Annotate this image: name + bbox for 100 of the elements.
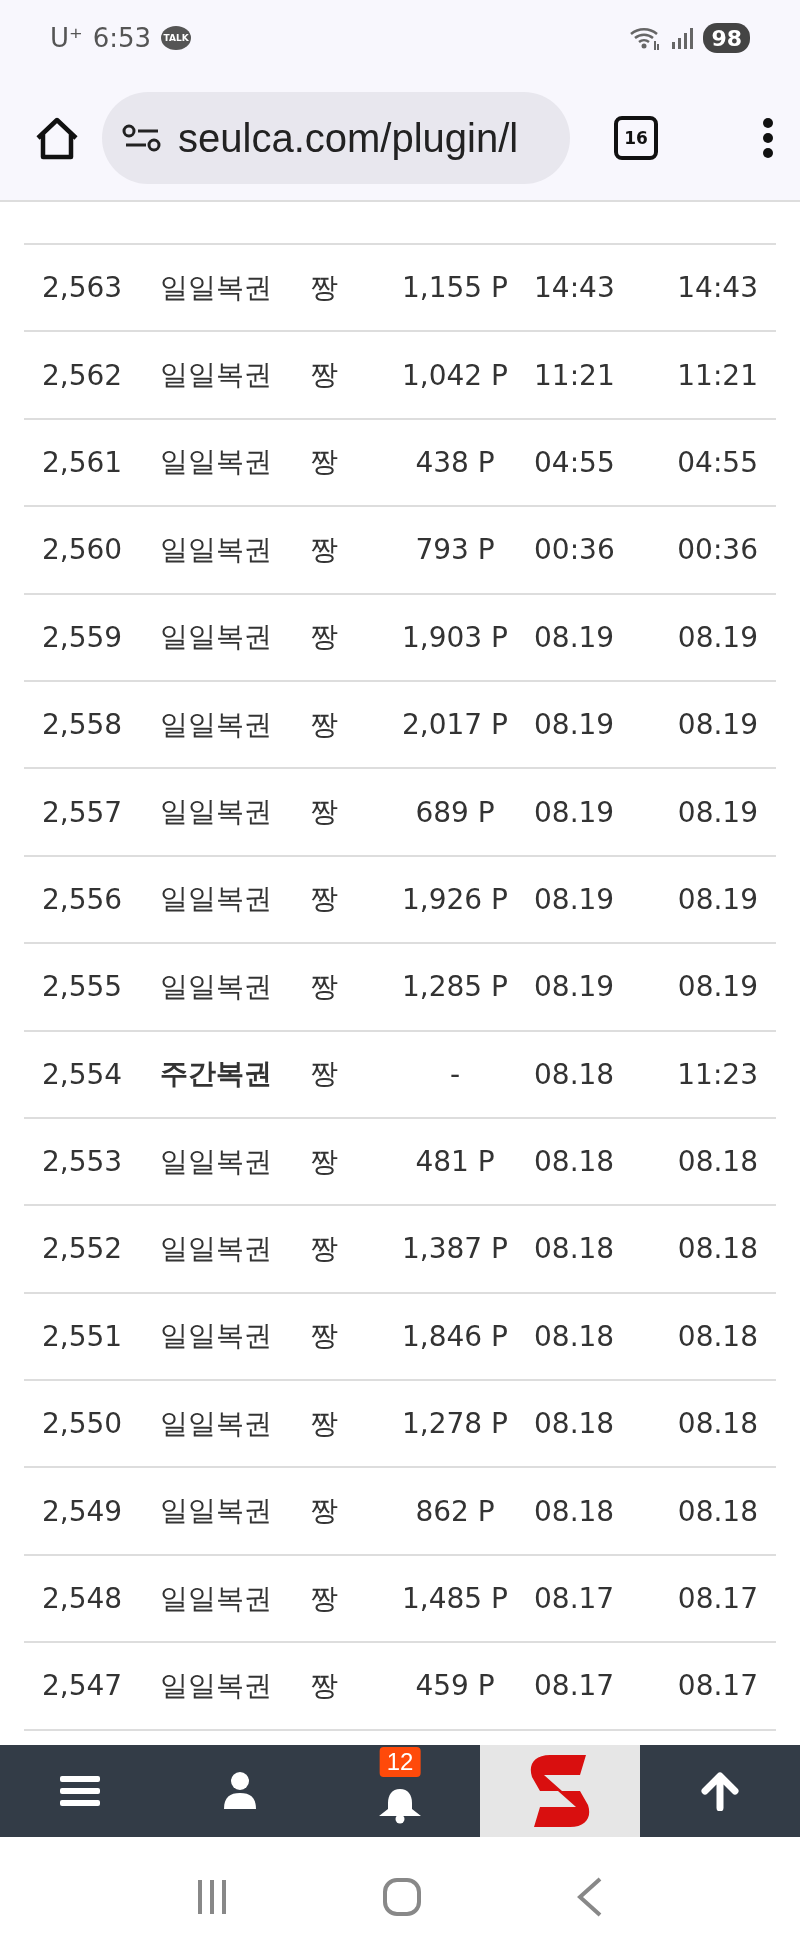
last-updated: 08.19 — [676, 620, 759, 654]
post-number: 2,558 — [41, 708, 124, 742]
wifi-icon — [629, 25, 662, 51]
post-title[interactable]: 주간복권 — [160, 1055, 310, 1094]
post-title[interactable]: 일일복권 — [160, 530, 310, 569]
post-number: 2,555 — [41, 970, 124, 1004]
post-title[interactable]: 일일복권 — [160, 1230, 310, 1268]
back-icon[interactable] — [576, 1876, 603, 1917]
post-date: 08.19 — [533, 795, 616, 829]
last-updated: 08.17 — [676, 1582, 759, 1616]
site-settings-icon[interactable] — [122, 124, 162, 152]
author-name: 짱 — [310, 1493, 339, 1530]
author-name: 짱 — [310, 619, 339, 656]
post-date: 08.19 — [533, 620, 616, 654]
author-name: 짱 — [310, 1405, 339, 1442]
author-name: 짱 — [310, 706, 339, 743]
home-logo-button[interactable] — [480, 1745, 640, 1837]
last-updated: 08.18 — [676, 1232, 759, 1266]
chat-notification-icon: TALK — [161, 26, 192, 50]
post-title[interactable]: 일일복권 — [160, 1317, 310, 1356]
last-updated: 08.18 — [676, 1494, 759, 1528]
last-updated: 14:43 — [676, 271, 759, 305]
author-name: 짱 — [310, 1667, 339, 1704]
post-title[interactable]: 일일복권 — [160, 356, 310, 395]
post-title[interactable]: 일일복권 — [160, 1142, 310, 1181]
author-name: 짱 — [310, 1231, 339, 1267]
last-updated: 08.18 — [676, 1319, 759, 1353]
points-value: 1,485 P — [401, 1582, 509, 1616]
points-value: 793 P — [414, 533, 496, 567]
points-value: 1,903 P — [401, 620, 509, 654]
post-date: 00:36 — [533, 533, 616, 567]
menu-icon — [60, 1775, 100, 1807]
post-number: 2,563 — [41, 271, 124, 305]
post-date: 08.19 — [533, 970, 616, 1004]
points-value: 1,155 P — [401, 271, 509, 305]
points-value: 1,042 P — [401, 358, 509, 392]
author-name: 짱 — [310, 269, 339, 306]
post-number: 2,553 — [41, 1145, 124, 1179]
post-number: 2,549 — [41, 1494, 124, 1528]
author-name: 짱 — [310, 881, 339, 918]
bell-icon — [378, 1788, 422, 1824]
post-date: 11:21 — [533, 358, 616, 392]
post-date: 08.19 — [533, 882, 616, 916]
author-name: 짱 — [310, 1056, 339, 1093]
recent-apps-icon[interactable] — [197, 1877, 228, 1916]
points-value: 481 P — [414, 1145, 496, 1179]
author-name: 짱 — [310, 1580, 339, 1617]
post-title[interactable]: 일일복권 — [160, 1492, 310, 1531]
post-date: 08.19 — [533, 708, 616, 742]
points-value: 862 P — [414, 1494, 496, 1528]
last-updated: 08.19 — [676, 882, 759, 916]
post-number: 2,561 — [41, 445, 124, 479]
last-updated: 08.17 — [676, 1669, 759, 1703]
post-number: 2,552 — [41, 1232, 124, 1266]
tab-count-button[interactable]: 16 — [614, 116, 658, 160]
clock: 6:53 — [92, 23, 152, 53]
points-value: 1,846 P — [401, 1319, 509, 1353]
carrier-label: U⁺ — [50, 23, 83, 53]
post-date: 08.18 — [533, 1057, 616, 1091]
post-number: 2,551 — [41, 1319, 124, 1353]
address-bar[interactable]: seulca.com/plugin/l — [102, 92, 570, 184]
post-title[interactable]: 일일복권 — [160, 1579, 310, 1618]
points-value: - — [448, 1057, 462, 1091]
post-number: 2,550 — [41, 1407, 124, 1441]
last-updated: 00:36 — [676, 533, 759, 567]
home-icon[interactable] — [34, 116, 80, 160]
battery-indicator: 98 — [703, 23, 750, 53]
points-value: 438 P — [414, 445, 496, 479]
post-title[interactable]: 일일복권 — [160, 1404, 310, 1443]
author-name: 짱 — [310, 1318, 339, 1355]
points-value: 1,285 P — [401, 970, 509, 1004]
points-value: 689 P — [414, 795, 496, 829]
post-title[interactable]: 일일복권 — [160, 268, 310, 307]
last-updated: 11:23 — [676, 1057, 759, 1091]
post-date: 04:55 — [533, 445, 616, 479]
post-title[interactable]: 일일복권 — [160, 705, 310, 744]
post-number: 2,547 — [41, 1669, 124, 1703]
menu-icon[interactable] — [762, 117, 774, 159]
post-title[interactable]: 일일복권 — [160, 793, 310, 832]
post-date: 08.18 — [533, 1145, 616, 1179]
points-value: 1,926 P — [401, 882, 509, 916]
post-title[interactable]: 일일복권 — [160, 880, 310, 919]
signal-icon — [671, 26, 694, 50]
post-title[interactable]: 일일복권 — [160, 1666, 310, 1705]
post-title[interactable]: 일일복권 — [160, 618, 310, 657]
post-number: 2,548 — [41, 1582, 124, 1616]
post-number: 2,557 — [41, 795, 124, 829]
post-title[interactable]: 일일복권 — [160, 967, 310, 1006]
points-value: 2,017 P — [401, 708, 509, 742]
last-updated: 08.19 — [676, 708, 759, 742]
author-name: 짱 — [310, 794, 339, 831]
post-title[interactable]: 일일복권 — [160, 443, 310, 482]
last-updated: 08.19 — [676, 795, 759, 829]
author-name: 짱 — [310, 968, 339, 1005]
points-value: 1,387 P — [401, 1232, 509, 1266]
post-number: 2,560 — [41, 533, 124, 567]
post-date: 08.18 — [533, 1319, 616, 1353]
post-date: 08.18 — [533, 1494, 616, 1528]
author-name: 짱 — [310, 357, 339, 394]
last-updated: 08.19 — [676, 970, 759, 1004]
